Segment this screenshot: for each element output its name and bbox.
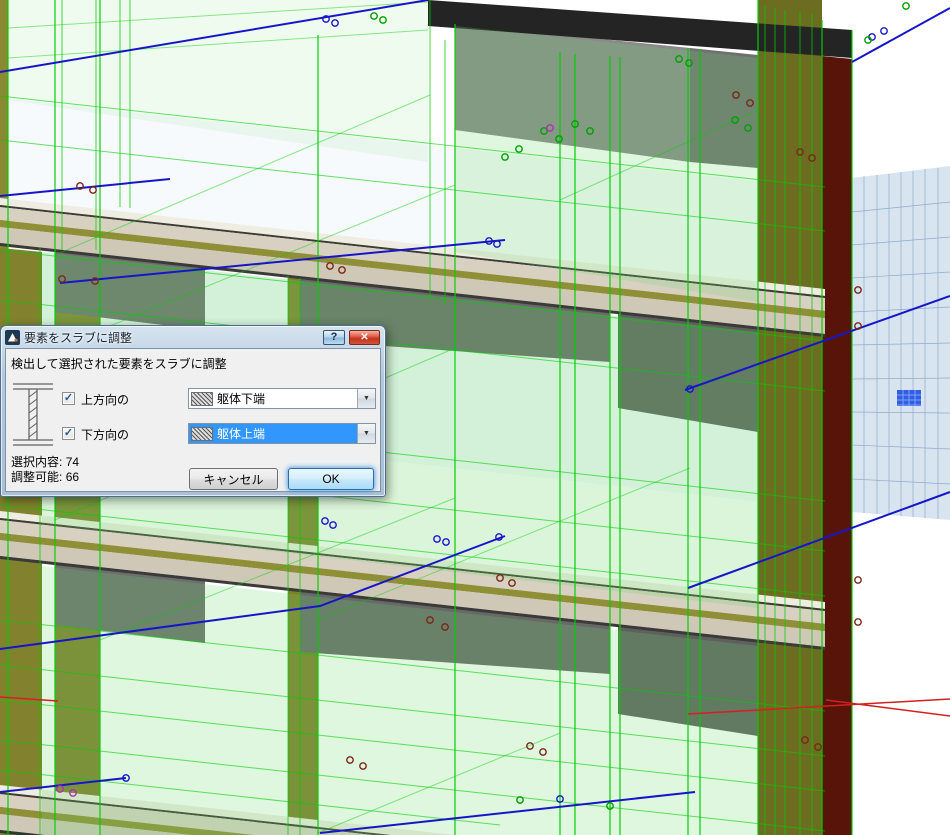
help-button[interactable]: ? xyxy=(323,330,345,345)
downward-target-value: 躯体上端 xyxy=(217,425,265,442)
dialog-title: 要素をスラブに調整 xyxy=(24,329,319,346)
upward-label: 上方向の xyxy=(81,391,129,408)
check-icon: ✓ xyxy=(64,427,73,439)
chevron-down-icon[interactable]: ▼ xyxy=(357,389,375,408)
core-top-icon xyxy=(191,427,213,441)
upward-target-value: 躯体下端 xyxy=(217,390,265,407)
downward-target-combobox[interactable]: 躯体上端 ▼ xyxy=(188,423,376,444)
ok-button[interactable]: OK xyxy=(288,468,374,490)
status-adjustable-count: 調整可能: 66 xyxy=(11,470,79,485)
chevron-down-icon[interactable]: ▼ xyxy=(357,424,375,443)
dialog-titlebar[interactable]: 要素をスラブに調整 ? ✕ xyxy=(1,326,385,348)
dialog-body: 検出して選択された要素をスラブに調整 ✓ 上方向の 躯体下端 ▼ ✓ 下方向の xyxy=(5,348,381,492)
check-icon: ✓ xyxy=(64,392,73,404)
downward-checkbox[interactable]: ✓ xyxy=(62,427,75,440)
upward-target-combobox[interactable]: 躯体下端 ▼ xyxy=(188,388,376,409)
combobox-selection-highlighted: 躯体上端 xyxy=(189,424,357,443)
status-selected-count: 選択内容: 74 xyxy=(11,455,79,470)
application-window: 要素をスラブに調整 ? ✕ 検出して選択された要素をスラブに調整 ✓ 上方向の … xyxy=(0,0,950,835)
downward-label: 下方向の xyxy=(81,426,129,443)
upward-checkbox[interactable]: ✓ xyxy=(62,392,75,405)
cancel-button[interactable]: キャンセル xyxy=(189,468,278,490)
selection-status: 選択内容: 74 調整可能: 66 xyxy=(11,455,79,485)
dialog-description: 検出して選択された要素をスラブに調整 xyxy=(11,355,227,372)
close-icon: ✕ xyxy=(360,332,368,343)
fill-handle-icon xyxy=(897,390,921,406)
close-button[interactable]: ✕ xyxy=(349,330,380,345)
combobox-selection: 躯体下端 xyxy=(189,389,357,408)
beam-section-icon xyxy=(11,380,57,450)
adjust-elements-to-slab-dialog: 要素をスラブに調整 ? ✕ 検出して選択された要素をスラブに調整 ✓ 上方向の … xyxy=(0,325,386,497)
core-bottom-icon xyxy=(191,392,213,406)
dialog-icon xyxy=(5,330,20,345)
